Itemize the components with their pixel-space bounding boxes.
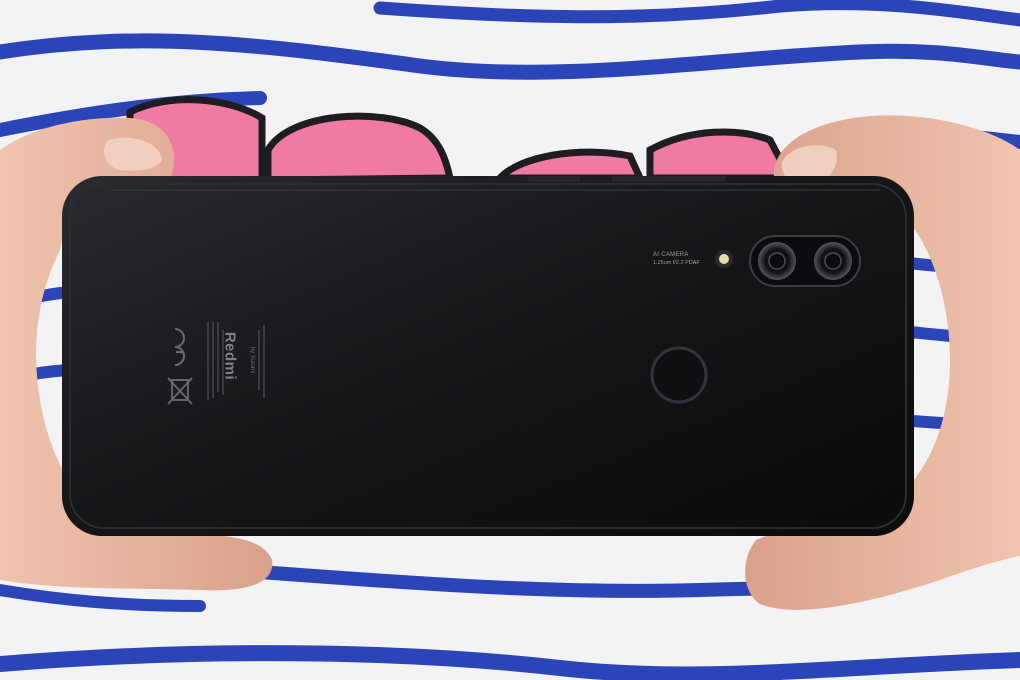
volume-button (528, 176, 580, 182)
shirt-pink-pattern (126, 96, 796, 184)
camera-label-line1: AI CAMERA (653, 252, 689, 258)
phone-back (62, 176, 914, 536)
camera-module (749, 235, 861, 287)
fingerprint-sensor (650, 346, 708, 404)
power-button (612, 176, 726, 182)
brand-logo-text: Redmi (221, 331, 239, 381)
flash-icon (715, 250, 733, 268)
brand-subtext: by Xiaomi (249, 346, 255, 374)
photo-scene (0, 0, 1020, 680)
camera-label-line2: 1.25um f/2.2 PDAF (653, 260, 700, 266)
